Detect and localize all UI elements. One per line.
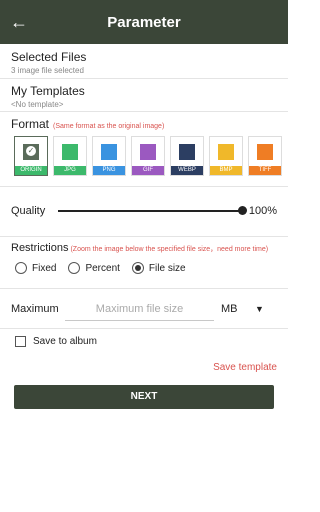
- templates-section[interactable]: My Templates <No template>: [0, 79, 288, 112]
- gif-image-icon: [138, 142, 158, 162]
- restrictions-title: Restrictions (Zoom the image below the sp…: [11, 242, 268, 254]
- dropdown-arrow-icon[interactable]: ▼: [255, 298, 264, 320]
- restrictions-note: (Zoom the image below the specified file…: [70, 246, 269, 253]
- arrow-left-icon: ←: [10, 11, 28, 32]
- format-tiff[interactable]: TIFF: [248, 136, 282, 176]
- quality-row: Quality 100%: [11, 203, 277, 219]
- templates-value: <No template>: [11, 100, 64, 109]
- radio-file-size[interactable]: File size: [131, 262, 186, 274]
- restriction-options: Fixed Percent File size: [15, 262, 198, 274]
- app-bar: ← Parameter: [0, 0, 288, 44]
- selected-files-section[interactable]: Selected Files 3 image file selected: [0, 44, 288, 79]
- templates-title: My Templates: [11, 84, 85, 98]
- format-gif[interactable]: GIF: [131, 136, 165, 176]
- radio-fixed[interactable]: Fixed: [15, 262, 56, 274]
- save-to-album-label: Save to album: [33, 336, 97, 347]
- maximum-label: Maximum: [11, 303, 59, 315]
- radio-file-size-circle[interactable]: [131, 262, 144, 274]
- format-title: Format (Same format as the original image…: [0, 117, 288, 131]
- origin-image-icon: ✓: [21, 142, 41, 162]
- radio-fixed-circle[interactable]: [15, 262, 27, 274]
- quality-label: Quality: [11, 205, 46, 217]
- unit-select-value[interactable]: MB: [221, 298, 238, 320]
- format-bmp-label: BMP: [210, 166, 242, 175]
- restrictions-label: Restrictions: [11, 242, 69, 254]
- format-gif-label: GIF: [132, 166, 164, 175]
- next-button[interactable]: NEXT: [14, 385, 274, 409]
- save-template-link[interactable]: Save template: [200, 362, 277, 373]
- radio-fixed-label: Fixed: [32, 262, 57, 274]
- radio-percent-circle[interactable]: [68, 262, 81, 274]
- quality-slider[interactable]: [58, 210, 246, 212]
- jpg-image-icon: [60, 142, 80, 162]
- format-origin[interactable]: ✓ ORIGIN: [14, 136, 48, 176]
- page-title: Parameter: [107, 13, 181, 31]
- quality-value: 100%: [248, 205, 277, 217]
- save-to-album-row[interactable]: Save to album: [15, 336, 97, 347]
- png-image-icon: [99, 142, 119, 162]
- save-to-album-checkbox[interactable]: [15, 336, 26, 347]
- format-note: (Same format as the original image): [53, 123, 165, 130]
- back-button[interactable]: ←: [0, 0, 38, 44]
- format-jpg[interactable]: JPG: [53, 136, 87, 176]
- radio-percent-label: Percent: [85, 262, 120, 274]
- format-png[interactable]: PNG: [92, 136, 126, 176]
- selected-files-count: 3 image file selected: [11, 66, 84, 75]
- maximum-size-input[interactable]: Maximum file size: [65, 298, 214, 321]
- quality-slider-thumb[interactable]: [238, 206, 247, 215]
- maximum-row: Maximum Maximum file size MB ▼: [11, 298, 277, 322]
- selected-files-title: Selected Files: [11, 50, 87, 64]
- format-origin-label: ORIGIN: [15, 166, 47, 175]
- format-webp[interactable]: WEBP: [170, 136, 204, 176]
- format-png-label: PNG: [93, 166, 125, 175]
- tiff-image-icon: [255, 142, 275, 162]
- format-list: ✓ ORIGIN JPG PNG GIF WEBP BMP TIFF: [14, 136, 287, 176]
- bmp-image-icon: [216, 142, 236, 162]
- radio-file-size-label: File size: [148, 262, 186, 274]
- format-webp-label: WEBP: [171, 166, 203, 175]
- format-label: Format: [11, 117, 50, 131]
- format-jpg-label: JPG: [54, 166, 86, 175]
- format-tiff-label: TIFF: [249, 166, 281, 175]
- format-bmp[interactable]: BMP: [209, 136, 243, 176]
- radio-percent[interactable]: Percent: [68, 262, 120, 274]
- webp-image-icon: [177, 142, 197, 162]
